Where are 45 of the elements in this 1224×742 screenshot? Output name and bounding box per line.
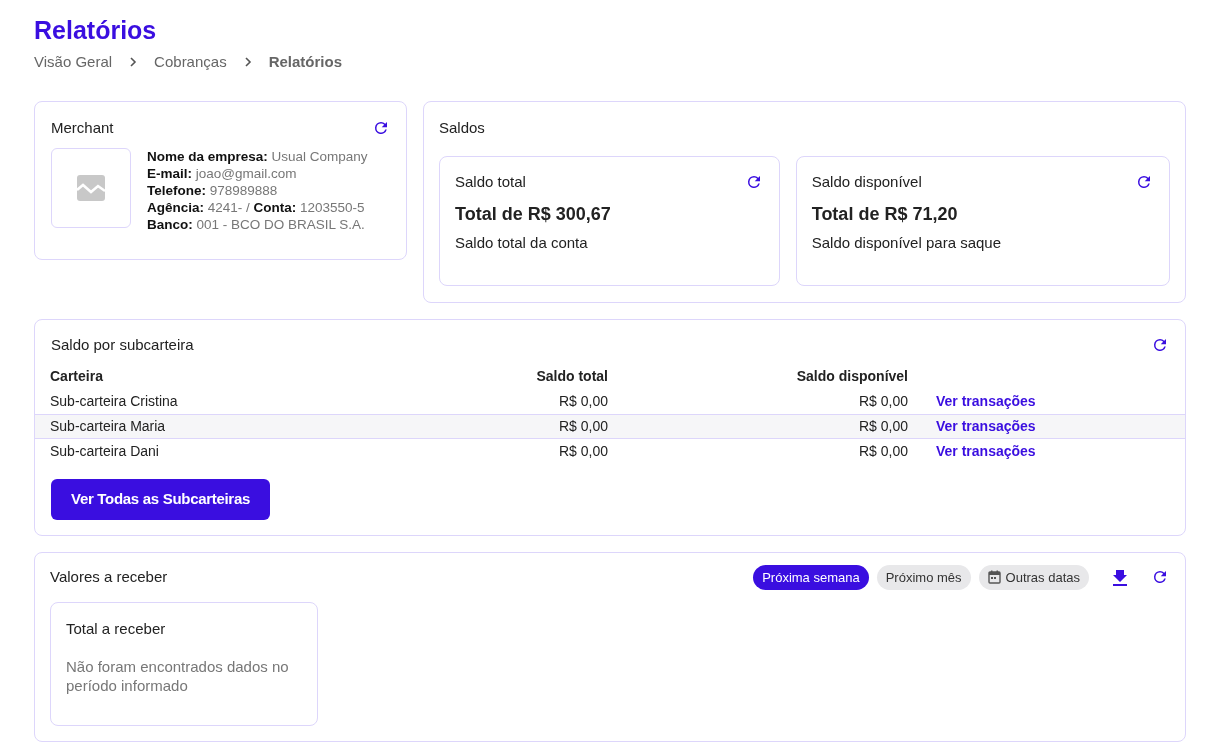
chevron-icon [128, 55, 139, 68]
detail-line: Banco: 001 - BCO DO BRASIL S.A. [147, 215, 366, 233]
balance-title: Saldo disponível [811, 171, 922, 192]
balance-amount: Total de R$ 300,67 [455, 203, 612, 226]
card-title: Saldos [439, 118, 486, 138]
table-cell-text: R$ 0,00 [557, 442, 608, 461]
detail-line: Agência: 4241- / Conta: 1203550-5 [147, 198, 366, 216]
balance-description: Saldo disponível para saque [811, 233, 1003, 253]
table-cell-text: R$ 0,00 [857, 392, 908, 411]
view-all-button[interactable]: Ver Todas as Subcarteiras [51, 479, 270, 520]
chevron-icon [242, 55, 253, 68]
breadcrumb-item[interactable]: Visão Geral [34, 50, 113, 73]
page-title: Relatórios [34, 15, 158, 46]
filter-chip[interactable]: Outras datas [978, 564, 1089, 590]
calendar-icon [987, 570, 1001, 585]
balance-amount: Total de R$ 71,20 [811, 203, 959, 226]
detail-line: Nome da empresa: Usual Company [147, 147, 368, 165]
column-header: Saldo disponível [795, 367, 908, 386]
balance-title: Saldo total [455, 171, 526, 192]
empty-message: Não foram encontrados dados no período informado [66, 656, 290, 695]
filter-chip[interactable]: Próxima semana [753, 564, 869, 590]
column-header: Saldo total [535, 367, 608, 386]
table-cell-text: R$ 0,00 [557, 417, 608, 436]
image-icon [77, 174, 105, 201]
receivable-title: Total a receber [66, 619, 167, 639]
table-cell-text: Sub-carteira Maria [50, 417, 167, 436]
transactions-link[interactable]: Ver transações [908, 418, 1036, 434]
column-header: Carteira [50, 367, 104, 386]
filter-chip[interactable]: Próximo mês [876, 564, 971, 590]
table-cell-text: R$ 0,00 [857, 417, 908, 436]
card-title: Merchant [51, 118, 114, 138]
detail-line: Telefone: 978989888 [147, 181, 279, 199]
detail-line: E-mail: joao@gmail.com [147, 164, 298, 182]
transactions-link[interactable]: Ver transações [908, 393, 1036, 409]
table-cell-text: R$ 0,00 [557, 392, 608, 411]
card-title: Saldo por subcarteira [51, 334, 194, 355]
balance-description: Saldo total da conta [455, 233, 589, 253]
table-cell-text: Sub-carteira Dani [50, 442, 160, 461]
download-icon[interactable] [1111, 568, 1129, 587]
breadcrumb-item[interactable]: Cobranças [154, 50, 227, 73]
card-title: Valores a receber [50, 567, 168, 587]
transactions-link[interactable]: Ver transações [908, 443, 1036, 459]
table-cell-text: Sub-carteira Cristina [50, 392, 179, 411]
breadcrumb-item: Relatórios [268, 51, 342, 72]
table-cell-text: R$ 0,00 [857, 442, 908, 461]
